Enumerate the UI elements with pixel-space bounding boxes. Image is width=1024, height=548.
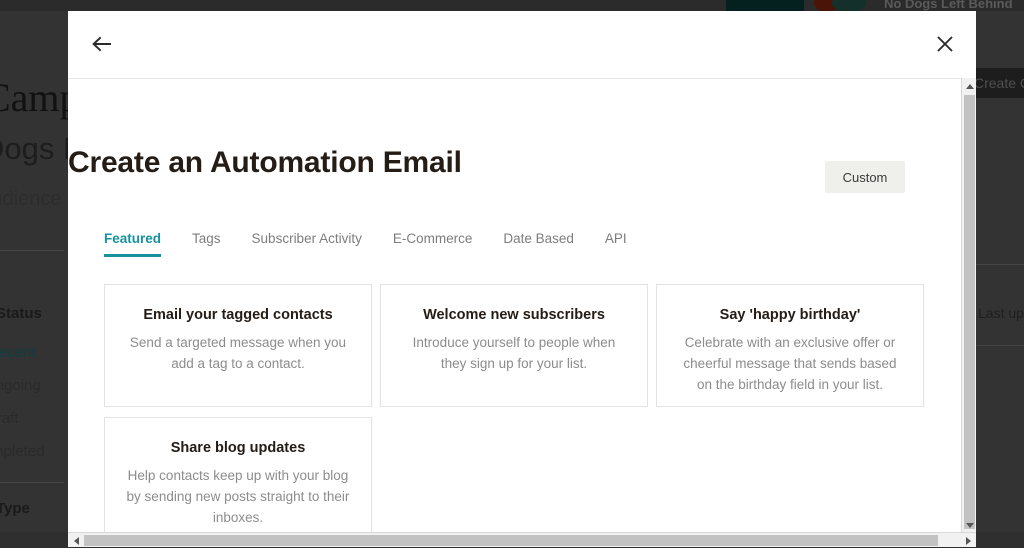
template-card-description: Introduce yourself to people when they s… xyxy=(401,333,627,375)
tab-date-based[interactable]: Date Based xyxy=(503,231,574,257)
horizontal-scrollbar[interactable] xyxy=(68,532,976,547)
background-filter-item-completed[interactable]: Completed xyxy=(0,443,45,460)
background-divider xyxy=(0,250,64,251)
background-filter-title-type: Type xyxy=(0,500,30,517)
arrow-left-icon[interactable] xyxy=(85,27,119,61)
create-automation-email-modal: Create an Automation Email Custom Featur… xyxy=(68,11,976,547)
template-card-description: Send a targeted message when you add a t… xyxy=(125,333,351,375)
template-card-title: Share blog updates xyxy=(125,440,351,457)
template-card-share-blog-updates[interactable]: Share blog updates Help contacts keep up… xyxy=(104,417,372,540)
triangle-left-icon[interactable] xyxy=(68,533,84,548)
vertical-scrollbar[interactable] xyxy=(961,78,976,533)
background-divider xyxy=(0,482,64,483)
template-card-title: Email your tagged contacts xyxy=(125,307,351,324)
triangle-up-icon[interactable] xyxy=(962,78,977,94)
triangle-right-icon[interactable] xyxy=(960,533,976,548)
tab-e-commerce[interactable]: E-Commerce xyxy=(393,231,473,257)
template-card-description: Help contacts keep up with your blog by … xyxy=(125,466,351,529)
triangle-down-icon[interactable] xyxy=(962,517,977,533)
page-title: Create an Automation Email xyxy=(68,148,462,178)
background-bottom-right-strip xyxy=(976,532,1024,547)
tab-tags[interactable]: Tags xyxy=(192,231,221,257)
background-filter-item-draft[interactable]: Draft xyxy=(0,410,19,427)
close-icon[interactable] xyxy=(928,27,962,61)
tab-featured[interactable]: Featured xyxy=(104,231,161,257)
automation-template-grid: Email your tagged contacts Send a target… xyxy=(104,284,924,540)
tab-subscriber-activity[interactable]: Subscriber Activity xyxy=(252,231,362,257)
modal-header xyxy=(68,11,976,79)
background-bottom-left-strip xyxy=(0,532,68,547)
background-topbar-band xyxy=(726,0,804,11)
template-card-tagged-contacts[interactable]: Email your tagged contacts Send a target… xyxy=(104,284,372,407)
background-brand-name: No Dogs Left Behind xyxy=(884,0,1013,11)
background-filter-item-ongoing[interactable]: Ongoing xyxy=(0,377,41,394)
modal-body: Create an Automation Email Custom Featur… xyxy=(68,79,976,547)
background-audience-label: Audience xyxy=(0,188,61,211)
template-card-title: Welcome new subscribers xyxy=(401,307,627,324)
custom-button[interactable]: Custom xyxy=(825,161,905,193)
background-filter-item-recent[interactable]: Recent xyxy=(0,344,36,361)
background-filter-title-status: Status xyxy=(0,305,42,322)
tab-api[interactable]: API xyxy=(605,231,627,257)
vertical-scrollbar-thumb[interactable] xyxy=(964,95,975,529)
background-topbar: No Dogs Left Behind xyxy=(0,0,1024,11)
template-card-description: Celebrate with an exclusive offer or che… xyxy=(677,333,903,396)
background-last-updated-header: Last upd xyxy=(978,305,1024,321)
horizontal-scrollbar-thumb[interactable] xyxy=(84,535,938,546)
tab-bar: Featured Tags Subscriber Activity E-Comm… xyxy=(104,231,658,257)
template-card-happy-birthday[interactable]: Say 'happy birthday' Celebrate with an e… xyxy=(656,284,924,407)
template-card-welcome-subscribers[interactable]: Welcome new subscribers Introduce yourse… xyxy=(380,284,648,407)
template-card-title: Say 'happy birthday' xyxy=(677,307,903,324)
